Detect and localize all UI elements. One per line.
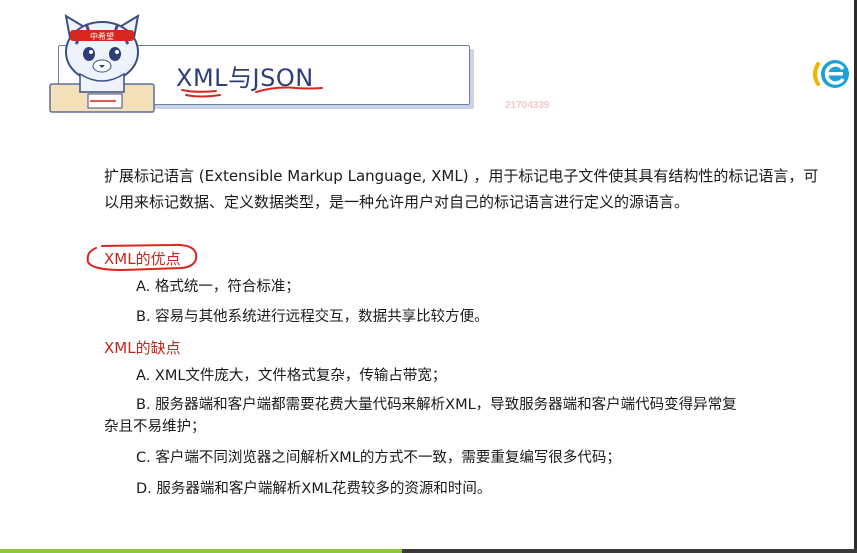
pros-item: A. 格式统一，符合标准； — [136, 279, 300, 295]
logo-e-icon — [813, 60, 849, 88]
cat-mascot-icon: 中希望 — [49, 14, 155, 113]
progress-bar — [0, 549, 402, 553]
pros-item: B. 容易与其他系统进行远程交互，数据共享比较方便。 — [136, 309, 489, 325]
cons-item: B. 服务器端和客户端都需要花费大量代码来解析XML，导致服务器端和客户端代码变… — [136, 397, 737, 413]
cons-item: D. 服务器端和客户端解析XML花费较多的资源和时间。 — [136, 481, 492, 497]
cons-item: A. XML文件庞大，文件格式复杂，传输占带宽； — [136, 368, 447, 384]
cons-heading: XML的缺点 — [104, 339, 181, 357]
title-underline-annotation — [181, 86, 323, 98]
intro-paragraph: 扩展标记语言 (Extensible Markup Language, XML)… — [104, 167, 819, 211]
document-id-watermark: 21704339 — [505, 100, 550, 111]
mascot-headband-text: 中希望 — [90, 31, 114, 41]
cons-item: C. 客户端不同浏览器之间解析XML的方式不一致，需要重复编写很多代码； — [136, 450, 621, 466]
cons-item-continuation: 杂且不易维护； — [104, 419, 206, 435]
pros-heading: XML的优点 — [104, 250, 181, 268]
